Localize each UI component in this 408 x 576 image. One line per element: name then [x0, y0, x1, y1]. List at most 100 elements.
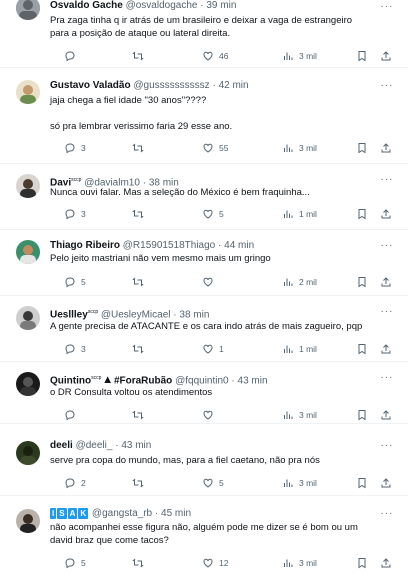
timestamp[interactable]: 45 min	[161, 508, 191, 519]
bookmark-button[interactable]	[356, 556, 373, 570]
author-name[interactable]: Uesllley	[50, 309, 88, 320]
author-name[interactable]: Quintino	[50, 375, 91, 386]
reply-button[interactable]: 2	[64, 476, 86, 490]
timestamp[interactable]: 38 min	[179, 309, 209, 320]
avatar[interactable]	[16, 0, 40, 20]
views-button[interactable]: 3 mil	[282, 556, 317, 570]
tweet-text-line	[50, 107, 394, 120]
author-handle[interactable]: @UesleyMicael	[101, 309, 171, 320]
author-name[interactable]: Osvaldo Gache	[50, 0, 123, 11]
timestamp[interactable]: 43 min	[121, 440, 151, 451]
author-name[interactable]: Thiago Ribeiro	[50, 240, 120, 251]
share-icon	[381, 51, 391, 61]
bookmark-button[interactable]	[356, 342, 373, 356]
timestamp[interactable]: 43 min	[238, 375, 268, 386]
avatar[interactable]	[16, 80, 40, 104]
name-letter[interactable]: S	[57, 508, 67, 519]
author-handle[interactable]: @R15901518Thiago	[123, 240, 215, 251]
more-icon[interactable]: ···	[380, 439, 394, 453]
views-button[interactable]: 1 mil	[282, 342, 317, 356]
like-button[interactable]: 5	[202, 207, 224, 221]
like-button[interactable]: 1	[202, 342, 224, 356]
reply-tweet[interactable]: deeli @deeli_ · 43 min ··· serve pra cop…	[0, 424, 408, 496]
tweet-actions: 46 3 mil	[50, 49, 394, 63]
more-icon[interactable]: ···	[380, 173, 394, 187]
timestamp[interactable]: 39 min	[206, 0, 236, 11]
retweet-button[interactable]	[132, 476, 149, 490]
author-name[interactable]: Gustavo Valadão	[50, 80, 131, 91]
author-handle[interactable]: @fqquintin0	[175, 375, 229, 386]
bookmark-button[interactable]	[356, 275, 373, 289]
retweet-button[interactable]	[132, 408, 149, 422]
reply-tweet[interactable]: Quintinosccp #ForaRubão @fqquintin0 · 43…	[0, 362, 408, 424]
reply-button[interactable]	[64, 408, 81, 422]
views-button[interactable]: 3 mil	[282, 49, 317, 63]
bookmark-button[interactable]	[356, 207, 373, 221]
more-icon[interactable]: ···	[380, 305, 394, 319]
more-icon[interactable]: ···	[380, 371, 394, 385]
like-button[interactable]: 55	[202, 141, 228, 155]
share-button[interactable]	[380, 275, 397, 289]
more-icon[interactable]: ···	[380, 79, 394, 93]
author-handle[interactable]: @osvaldogache	[126, 0, 198, 11]
reply-tweet[interactable]: Davisccp @davialm10 · 38 min ··· Nunca o…	[0, 164, 408, 230]
like-button[interactable]: 46	[202, 49, 228, 63]
views-button[interactable]: 3 mil	[282, 141, 317, 155]
views-button[interactable]: 2 mil	[282, 275, 317, 289]
author-handle[interactable]: @deeli_	[76, 440, 113, 451]
like-button[interactable]: 5	[202, 476, 224, 490]
avatar[interactable]	[16, 509, 40, 533]
like-button[interactable]	[202, 275, 219, 289]
avatar[interactable]	[16, 306, 40, 330]
views-button[interactable]: 3 mil	[282, 476, 317, 490]
share-button[interactable]	[380, 408, 397, 422]
name-letter[interactable]: K	[78, 508, 89, 519]
retweet-button[interactable]	[132, 275, 149, 289]
name-letter[interactable]: A	[67, 508, 78, 519]
share-button[interactable]	[380, 556, 397, 570]
reply-button[interactable]: 3	[64, 342, 86, 356]
share-button[interactable]	[380, 342, 397, 356]
bookmark-button[interactable]	[356, 49, 373, 63]
reply-tweet[interactable]: Gustavo Valadão @gussssssssssz · 42 min …	[0, 68, 408, 164]
avatar[interactable]	[16, 441, 40, 465]
more-icon[interactable]: ···	[380, 507, 394, 521]
reply-tweet[interactable]: ISAK @gangsta_rb · 45 min ··· não acompa…	[0, 496, 408, 576]
author-handle[interactable]: @gangsta_rb	[92, 508, 152, 519]
reply-button[interactable]	[64, 49, 81, 63]
timestamp[interactable]: 42 min	[219, 80, 249, 91]
reply-button[interactable]: 3	[64, 207, 86, 221]
reply-button[interactable]: 5	[64, 556, 86, 570]
avatar[interactable]	[16, 240, 40, 264]
timestamp[interactable]: 44 min	[224, 240, 254, 251]
bookmark-button[interactable]	[356, 141, 373, 155]
name-letter[interactable]: I	[50, 508, 57, 519]
share-button[interactable]	[380, 49, 397, 63]
like-button[interactable]: 12	[202, 556, 228, 570]
reply-tweet[interactable]: Uesllleysccp @UesleyMicael · 38 min ··· …	[0, 296, 408, 362]
retweet-button[interactable]	[132, 556, 149, 570]
retweet-button[interactable]	[132, 342, 149, 356]
reply-tweet[interactable]: Osvaldo Gache @osvaldogache · 39 min ···…	[0, 0, 408, 68]
avatar[interactable]	[16, 174, 40, 198]
author-name[interactable]: deeli	[50, 440, 73, 451]
share-button[interactable]	[380, 141, 397, 155]
retweet-button[interactable]	[132, 141, 149, 155]
share-button[interactable]	[380, 207, 397, 221]
reply-tweet[interactable]: Thiago Ribeiro @R15901518Thiago · 44 min…	[0, 230, 408, 296]
like-button[interactable]	[202, 408, 219, 422]
more-icon[interactable]: ···	[380, 0, 394, 14]
views-button[interactable]: 1 mil	[282, 207, 317, 221]
avatar[interactable]	[16, 372, 40, 396]
more-icon[interactable]: ···	[380, 239, 394, 253]
name-hashtag[interactable]: #ForaRubão	[114, 375, 172, 386]
bookmark-button[interactable]	[356, 476, 373, 490]
retweet-button[interactable]	[132, 207, 149, 221]
author-handle[interactable]: @gussssssssssz	[133, 80, 209, 91]
bookmark-button[interactable]	[356, 408, 373, 422]
views-button[interactable]: 3 mil	[282, 408, 317, 422]
reply-button[interactable]: 5	[64, 275, 86, 289]
share-button[interactable]	[380, 476, 397, 490]
retweet-button[interactable]	[132, 49, 149, 63]
reply-button[interactable]: 3	[64, 141, 86, 155]
